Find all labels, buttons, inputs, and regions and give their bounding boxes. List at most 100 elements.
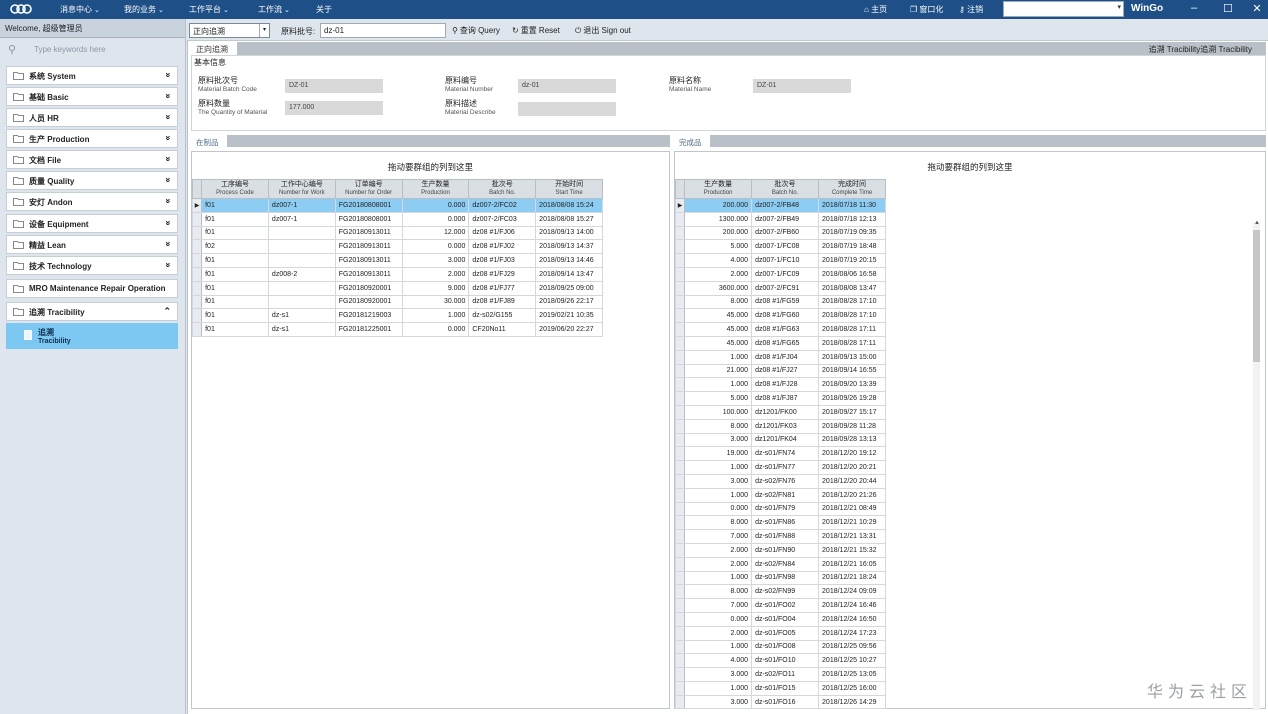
table-row[interactable]: 7.000 dz-s01/FN88 2018/12/21 13:31 (674, 529, 886, 544)
table-row[interactable]: 0.000 dz-s01/FN79 2018/12/21 08:49 (674, 501, 886, 517)
column-header[interactable]: 完成时间 Complete Time (818, 179, 886, 199)
logout-button[interactable]: ⚷ 注销 (959, 4, 983, 15)
chevron-down-icon: ⌄ (223, 7, 229, 14)
sidebar-item-andon[interactable]: 安灯 Andon » (6, 192, 178, 211)
menu-work-platform[interactable]: 工作平台 ⌄ (189, 4, 229, 15)
vertical-scrollbar[interactable]: ▲ (1253, 220, 1260, 710)
sidebar-item-technology[interactable]: 技术 Technology » (6, 256, 178, 275)
minimize-button[interactable]: – (1185, 2, 1203, 14)
table-row[interactable]: 3.000 dz-s01/FO16 2018/12/26 14:29 (674, 694, 886, 710)
sidebar-item-maintenance-repair-operation[interactable]: MRO Maintenance Repair Operation (6, 279, 178, 298)
table-row[interactable]: 45.000 dz08 #1/FG65 2018/08/28 17:11 (674, 335, 886, 351)
table-row[interactable]: ▶ f01 dz007-1 FG20180808001 0.000 dz007-2/FC0… (191, 198, 603, 213)
table-row[interactable]: 1.000 dz08 #1/FJ28 2018/09/20 13:39 (674, 377, 886, 393)
table-row[interactable]: f02 FG20180913011 0.000 dz08 #1/FJ02 2018/09… (191, 239, 603, 255)
keyword-search-input[interactable]: ⚲ Type keywords here (0, 38, 185, 62)
column-header[interactable]: 生产数量 Production (401, 179, 470, 199)
table-row[interactable]: 45.000 dz08 #1/FG63 2018/08/28 17:11 (674, 322, 886, 337)
table-row[interactable]: 3.000 dz-s02/FN76 2018/12/20 20:44 (674, 473, 886, 489)
sidebar-item-production[interactable]: 生产 Production » (6, 129, 178, 148)
table-cell: 5.000 (684, 391, 753, 406)
table-cell: dz08 #1/FG60 (751, 308, 820, 324)
table-row[interactable]: f01 FG20180913011 3.000 dz08 #1/FJ03 2018/09… (191, 253, 603, 268)
table-row[interactable]: 19.000 dz-s01/FN74 2018/12/20 19:12 (674, 446, 886, 462)
scrollbar-thumb[interactable] (1253, 230, 1260, 362)
table-row[interactable]: 8.000 dz1201/FK03 2018/09/28 11:28 (674, 418, 886, 434)
row-indicator (674, 598, 686, 613)
home-button[interactable]: ⌂ 主页 (864, 4, 887, 15)
trace-mode-select[interactable]: 正向追溯 ▾ (189, 23, 270, 38)
sidebar-item-basic[interactable]: 基础 Basic » (6, 87, 178, 106)
batch-input[interactable]: dz-01 (320, 23, 446, 38)
menu-workflow[interactable]: 工作流 ⌄ (258, 4, 290, 15)
table-row[interactable]: 1.000 dz-s01/FN77 2018/12/20 20:21 (674, 460, 886, 475)
sidebar-item-file[interactable]: 文档 File » (6, 150, 178, 169)
menu-my-business[interactable]: 我的业务 ⌄ (124, 4, 164, 15)
query-button[interactable]: ⚲ 查询 Query (452, 25, 500, 36)
menu-about[interactable]: 关于 (316, 4, 332, 15)
sidebar-subitem-tracibility[interactable]: 追溯 Tracibility (6, 323, 178, 349)
table-row[interactable]: 2.000 dz-s01/FO05 2018/12/24 17:23 (674, 625, 886, 641)
column-header[interactable]: 生产数量 Production (684, 179, 753, 199)
table-row[interactable]: 1300.000 dz007-2/FB49 2018/07/18 12:13 (674, 211, 886, 227)
column-header[interactable]: 工序编号 Process Code (201, 179, 269, 199)
column-header[interactable]: 批次号 Batch No. (751, 179, 820, 199)
table-row[interactable]: 2.000 dz-s02/FN84 2018/12/21 16:05 (674, 556, 886, 572)
table-row[interactable]: 200.000 dz007-2/FB60 2018/07/19 09:35 (674, 225, 886, 241)
table-row[interactable]: f01 FG20180920001 9.000 dz08 #1/FJ77 2018/09… (191, 280, 603, 296)
table-row[interactable]: 8.000 dz-s01/FN86 2018/12/21 10:29 (674, 515, 886, 531)
table-row[interactable]: 0.000 dz-s01/FO04 2018/12/24 16:50 (674, 611, 886, 627)
table-row[interactable]: 4.000 dz-s01/FO10 2018/12/25 10:27 (674, 653, 886, 669)
table-row[interactable]: 45.000 dz08 #1/FG60 2018/08/28 17:10 (674, 308, 886, 324)
column-header[interactable]: 批次号 Batch No. (468, 179, 537, 199)
table-row[interactable]: 2.000 dz-s01/FN90 2018/12/21 15:32 (674, 542, 886, 558)
sidebar-item-hr[interactable]: 人员 HR » (6, 108, 178, 127)
column-header[interactable]: 开始时间 Start Time (535, 179, 603, 199)
table-row[interactable]: 8.000 dz08 #1/FG59 2018/08/28 17:10 (674, 294, 886, 310)
table-row[interactable]: f01 FG20180913011 12.000 dz08 #1/FJ06 2018/0… (191, 225, 603, 241)
sidebar-item-quality[interactable]: 质量 Quality » (6, 171, 178, 190)
column-header[interactable]: 订单编号 Number for Order (334, 179, 403, 199)
reset-button[interactable]: ↻ 重置 Reset (512, 25, 560, 36)
table-row[interactable]: 3.000 dz1201/FK04 2018/09/28 13:13 (674, 432, 886, 448)
menu-message-center[interactable]: 消息中心 ⌄ (60, 4, 100, 15)
table-row[interactable]: 1.000 dz08 #1/FJ04 2018/09/13 15:00 (674, 349, 886, 365)
table-row[interactable]: 1.000 dz-s01/FO15 2018/12/25 16:00 (674, 680, 886, 696)
table-row[interactable]: f01 dz-s1 FG20181225001 0.000 CF20No11 2019/0… (191, 322, 603, 337)
signout-button[interactable]: ⏻ 退出 Sign out (575, 25, 631, 36)
table-row[interactable]: 4.000 dz007-1/FC10 2018/07/19 20:15 (674, 253, 886, 268)
table-row[interactable]: 5.000 dz08 #1/FJ87 2018/09/26 19:28 (674, 391, 886, 406)
sidebar-item-equipment[interactable]: 设备 Equipment » (6, 214, 178, 233)
tab-wip[interactable]: 在制品 (191, 135, 227, 147)
table-row[interactable]: 1.000 dz-s01/FO08 2018/12/25 09:56 (674, 639, 886, 655)
windowize-button[interactable]: ❐ 窗口化 (910, 4, 943, 15)
table-row[interactable]: f01 FG20180920001 30.000 dz08 #1/FJ89 2018/0… (191, 294, 603, 310)
row-indicator (191, 280, 203, 296)
table-row[interactable]: 3.000 dz-s02/FO11 2018/12/25 13:05 (674, 667, 886, 682)
table-row[interactable]: 1.000 dz-s01/FN98 2018/12/21 18:24 (674, 570, 886, 586)
table-row[interactable]: f01 dz-s1 FG20181219003 1.000 dz-s02/G155 201… (191, 308, 603, 324)
folder-icon (13, 155, 24, 164)
home-icon: ⌂ (864, 5, 869, 14)
table-row[interactable]: 21.000 dz08 #1/FJ27 2018/09/14 16:55 (674, 363, 886, 379)
sidebar-item-system[interactable]: 系统 System » (6, 66, 178, 85)
tab-forward-trace[interactable]: 正向追溯 (191, 42, 237, 55)
top-search-combo[interactable]: ▾ (1003, 1, 1124, 17)
table-row[interactable]: ▶ 200.000 dz007-2/FB48 2018/07/18 11:30 (674, 198, 886, 213)
table-row[interactable]: f01 dz008-2 FG20180913011 2.000 dz08 #1/FJ29… (191, 266, 603, 282)
table-row[interactable]: 1.000 dz-s02/FN81 2018/12/20 21:26 (674, 487, 886, 503)
table-row[interactable]: 2.000 dz007-1/FC09 2018/08/06 16:58 (674, 266, 886, 282)
sidebar-item-tracibility[interactable]: 追溯 Tracibility ⌃ (6, 302, 178, 321)
maximize-button[interactable]: ☐ (1219, 2, 1237, 15)
table-row[interactable]: 5.000 dz007-1/FC08 2018/07/19 18:48 (674, 239, 886, 255)
table-row[interactable]: 100.000 dz1201/FK00 2018/09/27 15:17 (674, 404, 886, 420)
table-row[interactable]: f01 dz007-1 FG20180808001 0.000 dz007-2/FC03… (191, 211, 603, 227)
sidebar-item-lean[interactable]: 精益 Lean » (6, 235, 178, 254)
table-row[interactable]: 3600.000 dz007-2/FC91 2018/08/08 13:47 (674, 280, 886, 296)
field-value-material-number: dz-01 (518, 79, 616, 93)
table-row[interactable]: 8.000 dz-s02/FN99 2018/12/24 09:09 (674, 584, 886, 600)
tab-finished[interactable]: 完成品 (674, 135, 710, 147)
table-row[interactable]: 7.000 dz-s01/FO02 2018/12/24 16:46 (674, 598, 886, 613)
column-header[interactable]: 工作中心编号 Number for Work (267, 179, 336, 199)
close-button[interactable]: ✕ (1248, 2, 1266, 15)
